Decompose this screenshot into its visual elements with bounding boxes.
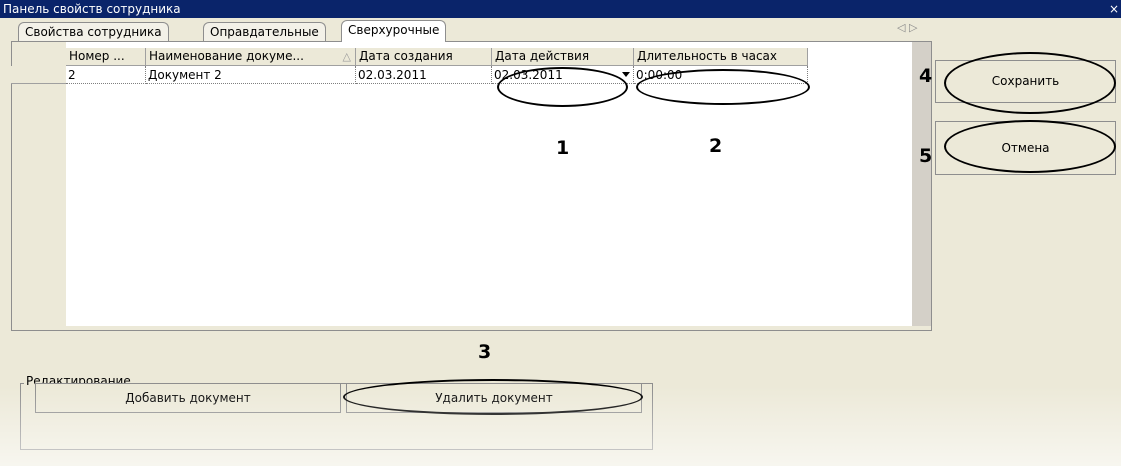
table-cell-number[interactable]: 2 — [66, 66, 146, 84]
employee-properties-panel: Свойства сотрудника Оправдательные Сверх… — [0, 18, 1121, 466]
window-title: Панель свойств сотрудника — [3, 2, 181, 16]
callout-number-4: 4 — [919, 65, 933, 87]
column-header-duration-hours-label: Длительность в часах — [637, 49, 778, 63]
tab-overtime[interactable]: Сверхурочные — [341, 20, 447, 42]
column-header-document-name-label: Наименование докуме... — [149, 49, 304, 63]
column-header-effective-date[interactable]: Дата действия — [492, 48, 634, 66]
grid-bottom-border — [12, 326, 931, 330]
column-header-effective-date-label: Дата действия — [495, 49, 590, 63]
editing-groupbox-label: Редактирование — [24, 374, 133, 388]
column-header-number[interactable]: Номер ... — [66, 48, 146, 66]
editing-groupbox — [20, 383, 653, 450]
callout-number-5: 5 — [919, 145, 933, 167]
tab-scroll-arrows[interactable]: ◁ ▷ — [897, 21, 917, 34]
callout-ellipse-save — [944, 52, 1116, 114]
column-header-document-name[interactable]: Наименование докуме... △ — [146, 48, 356, 66]
callout-ellipse-cancel — [944, 120, 1116, 173]
column-header-number-label: Номер ... — [69, 49, 125, 63]
column-header-creation-date-label: Дата создания — [359, 49, 453, 63]
add-document-button[interactable]: Добавить документ — [35, 383, 341, 413]
chevron-down-icon[interactable] — [622, 72, 630, 77]
row-selector[interactable] — [11, 66, 66, 84]
callout-number-1: 1 — [556, 137, 570, 159]
callout-ellipse-effective-date — [497, 67, 628, 107]
callout-number-3: 3 — [478, 341, 492, 363]
grid-row-header-strip — [12, 42, 66, 330]
column-header-duration-hours[interactable]: Длительность в часах — [634, 48, 808, 66]
tab-justifications[interactable]: Оправдательные — [203, 22, 326, 41]
delete-document-button[interactable]: Удалить документ — [346, 383, 642, 413]
callout-number-2: 2 — [709, 135, 723, 157]
callout-ellipse-delete — [343, 379, 643, 415]
window-title-bar: Панель свойств сотрудника × — [0, 0, 1121, 18]
table-cell-document-name[interactable]: Документ 2 — [146, 66, 356, 84]
callout-ellipse-duration — [636, 69, 810, 105]
table-cell-creation-date[interactable]: 02.03.2011 — [356, 66, 492, 84]
column-header-creation-date[interactable]: Дата создания — [356, 48, 492, 66]
sort-ascending-icon: △ — [342, 50, 351, 63]
tab-employee-properties[interactable]: Свойства сотрудника — [18, 22, 169, 41]
close-icon[interactable]: × — [1109, 0, 1119, 18]
